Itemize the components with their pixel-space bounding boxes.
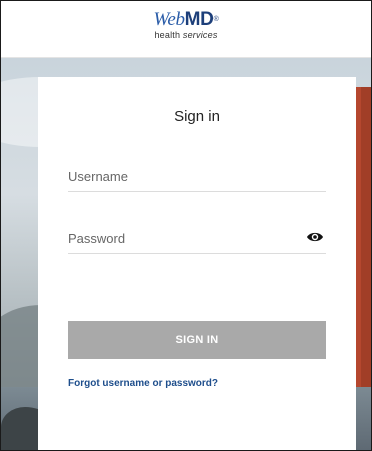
forgot-credentials-link[interactable]: Forgot username or password? (68, 378, 218, 389)
signin-title: Sign in (174, 108, 220, 125)
logo-health-text: health (154, 30, 181, 40)
header: WebMD® health services (1, 1, 371, 58)
password-field-wrapper (68, 227, 326, 254)
trademark-mark: ® (213, 16, 219, 23)
sign-in-button[interactable]: SIGN IN (68, 321, 326, 359)
logo-md-text: MD (184, 9, 214, 30)
webmd-logo: WebMD® health services (1, 10, 371, 41)
eye-icon[interactable] (306, 230, 324, 244)
logo-services-text: services (182, 30, 218, 40)
logo-web-text: Web (153, 9, 185, 30)
signin-card: Sign in SIGN IN Forgot username or passw… (38, 77, 356, 450)
username-field-wrapper (68, 165, 326, 192)
page-frame: WebMD® health services Sign in Username … (0, 0, 372, 451)
password-input[interactable] (68, 227, 298, 249)
username-input[interactable] (68, 165, 298, 187)
